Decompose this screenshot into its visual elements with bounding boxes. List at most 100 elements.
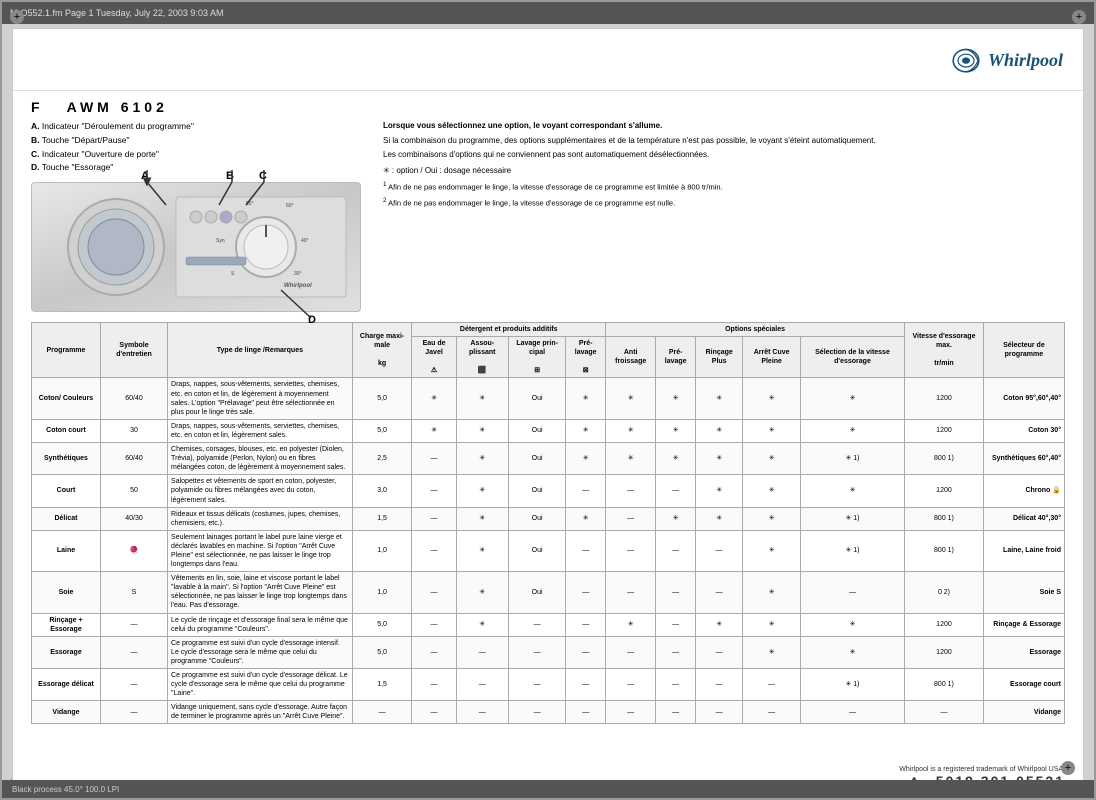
cell-selection: ✳ 1)	[800, 507, 904, 530]
cell-selection: ✳	[800, 636, 904, 668]
cell-vitesse: —	[905, 701, 984, 724]
header: Whirlpool	[13, 29, 1083, 91]
col-vitesse: Vitesse d'essorage max.tr/min	[905, 323, 984, 378]
cell-type: Ce programme est suivi d'un cycle d'esso…	[168, 636, 353, 668]
cell-charge: 5,0	[352, 419, 412, 442]
cell-assou: ✳	[456, 572, 508, 613]
svg-text:Syn: Syn	[216, 238, 225, 244]
cell-arret: ✳	[743, 507, 800, 530]
col-detergent-group: Détergent et produits additifs	[412, 323, 606, 337]
note-2: 2 Afin de ne pas endommager le linge, la…	[383, 196, 1065, 209]
cell-symbole: 60/40	[100, 443, 167, 475]
cell-assou: —	[456, 701, 508, 724]
desc-title: Lorsque vous sélectionnez une option, le…	[383, 120, 1065, 132]
cell-pre: —	[566, 636, 606, 668]
cell-type: Chemises, corsages, blouses, etc. en pol…	[168, 443, 353, 475]
col-anti: Anti froissage	[605, 337, 655, 378]
model-name: AWM 6102	[67, 99, 168, 115]
footer-trademark: Whirlpool is a registered trademark of W…	[899, 766, 1065, 773]
cell-pre-lav: —	[656, 572, 696, 613]
cell-lavage: Oui	[508, 507, 566, 530]
cell-type: Draps, nappes, sous-vêtements, serviette…	[168, 378, 353, 419]
main-content: F AWM 6102 A. Indicateur "Déroulement du…	[13, 91, 1083, 728]
cell-programme: Coton court	[32, 419, 101, 442]
cell-pre-lav: —	[656, 530, 696, 571]
cell-rincage: —	[695, 701, 742, 724]
cell-symbole: —	[100, 636, 167, 668]
svg-text:40°: 40°	[301, 238, 309, 244]
cell-pre-lav: —	[656, 475, 696, 507]
cell-pre-lav: —	[656, 701, 696, 724]
cell-type: Seulement lainages portant le label pure…	[168, 530, 353, 571]
cell-eau-javel: —	[412, 572, 456, 613]
cell-charge: 5,0	[352, 378, 412, 419]
cell-selection: —	[800, 701, 904, 724]
cell-type: Rideaux et tissus délicats (costumes, ju…	[168, 507, 353, 530]
cell-arret: —	[743, 701, 800, 724]
cell-anti: —	[605, 669, 655, 701]
svg-text:95°: 95°	[246, 201, 254, 207]
table-row: Soie S Vêtements en lin, soie, laine et …	[32, 572, 1065, 613]
cell-selecteur: Délicat 40°,30°	[983, 507, 1064, 530]
cell-assou: ✳	[456, 613, 508, 636]
cell-charge: 1,5	[352, 669, 412, 701]
col-pre-lavage: Pré-lavage⊠	[566, 337, 606, 378]
cell-selecteur: Soie S	[983, 572, 1064, 613]
cell-selection: ✳	[800, 419, 904, 442]
table-row: Coton court 30 Draps, nappes, sous-vêtem…	[32, 419, 1065, 442]
table-section: Programme Symbole d'entretien Type de li…	[31, 322, 1065, 724]
cell-anti: ✳	[605, 613, 655, 636]
model-prefix: F	[31, 99, 44, 115]
cell-programme: Synthétiques	[32, 443, 101, 475]
cell-programme: Court	[32, 475, 101, 507]
col-selection: Sélection de la vitesse d'essorage	[800, 337, 904, 378]
cell-assou: —	[456, 669, 508, 701]
cell-programme: Soie	[32, 572, 101, 613]
cell-selection: ✳	[800, 378, 904, 419]
table-row: Coton/ Couleurs 60/40 Draps, nappes, sou…	[32, 378, 1065, 419]
col-selecteur: Sélecteur de programme	[983, 323, 1064, 378]
cell-arret: ✳	[743, 636, 800, 668]
cell-type: Ce programme est suivi d'un cycle d'esso…	[168, 669, 353, 701]
diagram-label-D: D	[308, 314, 316, 326]
cell-symbole: 60/40	[100, 378, 167, 419]
cell-rincage: —	[695, 530, 742, 571]
cell-programme: Délicat	[32, 507, 101, 530]
cell-rincage: ✳	[695, 378, 742, 419]
main-table: Programme Symbole d'entretien Type de li…	[31, 322, 1065, 724]
instructions: A. Indicateur "Déroulement du programme"…	[31, 120, 371, 174]
cell-selecteur: Laine, Laine froid	[983, 530, 1064, 571]
cell-anti: —	[605, 572, 655, 613]
cell-arret: ✳	[743, 378, 800, 419]
cell-arret: ✳	[743, 475, 800, 507]
cell-assou: —	[456, 636, 508, 668]
cell-pre: ✳	[566, 378, 606, 419]
cell-assou: ✳	[456, 419, 508, 442]
cell-selection: ✳ 1)	[800, 530, 904, 571]
cell-lavage: Oui	[508, 475, 566, 507]
cell-symbole: —	[100, 701, 167, 724]
cell-selection: ✳ 1)	[800, 443, 904, 475]
cell-lavage: —	[508, 636, 566, 668]
cell-charge: 2,5	[352, 443, 412, 475]
cell-vitesse: 1200	[905, 613, 984, 636]
cell-type: Draps, nappes, sous-vêtements, serviette…	[168, 419, 353, 442]
cell-type: Salopettes et vêtements de sport en coto…	[168, 475, 353, 507]
col-assou: Assou-plissant⬛	[456, 337, 508, 378]
note-1: 1 Afin de ne pas endommager le linge, la…	[383, 180, 1065, 193]
cell-programme: Vidange	[32, 701, 101, 724]
cell-anti: ✳	[605, 443, 655, 475]
cell-rincage: ✳	[695, 443, 742, 475]
cell-symbole: 30	[100, 419, 167, 442]
cell-anti: —	[605, 701, 655, 724]
cell-pre: —	[566, 701, 606, 724]
diagram-container: A B C D	[31, 182, 371, 312]
cell-anti: ✳	[605, 378, 655, 419]
table-row: Rinçage + Essorage — Le cycle de rinçage…	[32, 613, 1065, 636]
col-arret: Arrêt Cuve Pleine	[743, 337, 800, 378]
bottom-bar-text: Black process 45.0° 100.0 LPI	[12, 785, 119, 794]
cell-assou: ✳	[456, 530, 508, 571]
cell-charge: 1,5	[352, 507, 412, 530]
cell-eau-javel: —	[412, 636, 456, 668]
cell-eau-javel: ✳	[412, 419, 456, 442]
